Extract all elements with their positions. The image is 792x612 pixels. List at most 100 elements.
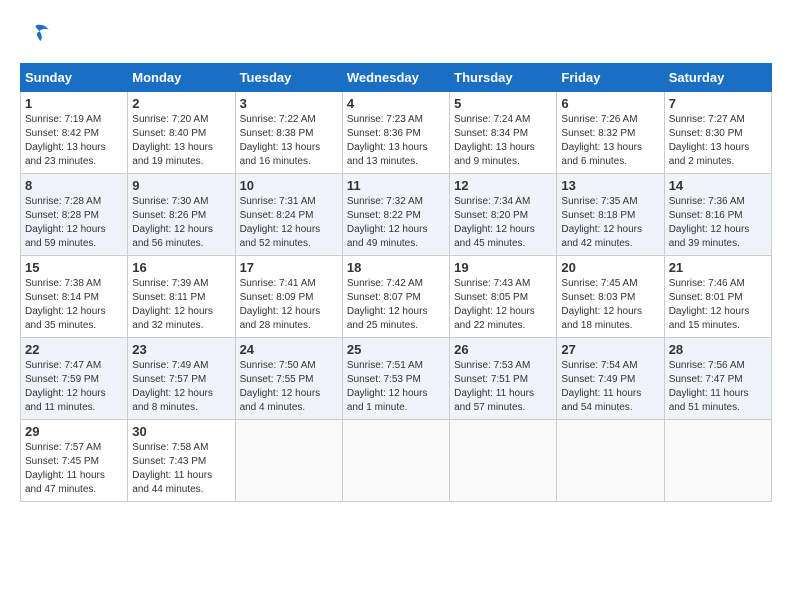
day-info: Sunrise: 7:35 AM Sunset: 8:18 PM Dayligh… [561,195,659,251]
calendar-cell: 3Sunrise: 7:22 AM Sunset: 8:38 PM Daylig… [235,92,342,174]
day-info: Sunrise: 7:41 AM Sunset: 8:09 PM Dayligh… [240,277,338,333]
day-info: Sunrise: 7:57 AM Sunset: 7:45 PM Dayligh… [25,441,123,497]
day-number: 9 [132,178,230,193]
day-info: Sunrise: 7:32 AM Sunset: 8:22 PM Dayligh… [347,195,445,251]
calendar-cell: 11 Sunrise: 7:32 AM Sunset: 8:22 PM Dayli… [342,174,449,256]
day-number: 18 [347,260,445,275]
day-info: Sunrise: 7:23 AM Sunset: 8:36 PM Dayligh… [347,113,445,169]
day-info: Sunrise: 7:30 AM Sunset: 8:26 PM Dayligh… [132,195,230,251]
day-info: Sunrise: 7:38 AM Sunset: 8:14 PM Dayligh… [25,277,123,333]
day-number: 6 [561,96,659,111]
calendar-cell: 22 Sunrise: 7:47 AM Sunset: 7:59 PM Dayli… [21,338,128,420]
day-info: Sunrise: 7:47 AM Sunset: 7:59 PM Dayligh… [25,359,123,415]
day-info: Sunrise: 7:58 AM Sunset: 7:43 PM Dayligh… [132,441,230,497]
calendar-cell: 20 Sunrise: 7:45 AM Sunset: 8:03 PM Dayli… [557,256,664,338]
calendar-cell: 8 Sunrise: 7:28 AM Sunset: 8:28 PM Daylig… [21,174,128,256]
col-header-sunday: Sunday [21,64,128,92]
day-info: Sunrise: 7:24 AM Sunset: 8:34 PM Dayligh… [454,113,552,169]
day-info: Sunrise: 7:49 AM Sunset: 7:57 PM Dayligh… [132,359,230,415]
calendar-cell: 16 Sunrise: 7:39 AM Sunset: 8:11 PM Dayli… [128,256,235,338]
week-row-1: 1 Sunrise: 7:19 AM Sunset: 8:42 PM Daylig… [21,92,772,174]
day-number: 15 [25,260,123,275]
calendar-cell: 5 Sunrise: 7:24 AM Sunset: 8:34 PM Daylig… [450,92,557,174]
calendar-cell: 7 Sunrise: 7:27 AM Sunset: 8:30 PM Daylig… [664,92,771,174]
day-number: 28 [669,342,767,357]
day-number: 21 [669,260,767,275]
day-info: Sunrise: 7:28 AM Sunset: 8:28 PM Dayligh… [25,195,123,251]
day-number: 26 [454,342,552,357]
week-row-5: 29 Sunrise: 7:57 AM Sunset: 7:45 PM Dayli… [21,420,772,502]
day-info: Sunrise: 7:19 AM Sunset: 8:42 PM Dayligh… [25,113,123,169]
calendar-cell: 15 Sunrise: 7:38 AM Sunset: 8:14 PM Dayli… [21,256,128,338]
day-number: 17 [240,260,338,275]
day-info: Sunrise: 7:26 AM Sunset: 8:32 PM Dayligh… [561,113,659,169]
day-number: 5 [454,96,552,111]
calendar-cell: 14 Sunrise: 7:36 AM Sunset: 8:16 PM Dayli… [664,174,771,256]
col-header-saturday: Saturday [664,64,771,92]
day-info: Sunrise: 7:45 AM Sunset: 8:03 PM Dayligh… [561,277,659,333]
day-number: 4 [347,96,445,111]
day-number: 29 [25,424,123,439]
day-number: 25 [347,342,445,357]
calendar-table: SundayMondayTuesdayWednesdayThursdayFrid… [20,63,772,502]
header-row: SundayMondayTuesdayWednesdayThursdayFrid… [21,64,772,92]
day-number: 12 [454,178,552,193]
day-number: 23 [132,342,230,357]
calendar-cell: 29 Sunrise: 7:57 AM Sunset: 7:45 PM Dayli… [21,420,128,502]
day-number: 8 [25,178,123,193]
week-row-4: 22 Sunrise: 7:47 AM Sunset: 7:59 PM Dayli… [21,338,772,420]
day-number: 14 [669,178,767,193]
day-info: Sunrise: 7:56 AM Sunset: 7:47 PM Dayligh… [669,359,767,415]
calendar-cell: 4 Sunrise: 7:23 AM Sunset: 8:36 PM Daylig… [342,92,449,174]
day-number: 27 [561,342,659,357]
calendar-cell: 28 Sunrise: 7:56 AM Sunset: 7:47 PM Dayli… [664,338,771,420]
week-row-2: 8 Sunrise: 7:28 AM Sunset: 8:28 PM Daylig… [21,174,772,256]
day-info: Sunrise: 7:54 AM Sunset: 7:49 PM Dayligh… [561,359,659,415]
logo [20,20,50,53]
day-number: 1 [25,96,123,111]
day-info: Sunrise: 7:50 AM Sunset: 7:55 PM Dayligh… [240,359,338,415]
day-number: 16 [132,260,230,275]
calendar-cell [557,420,664,502]
day-info: Sunrise: 7:27 AM Sunset: 8:30 PM Dayligh… [669,113,767,169]
col-header-friday: Friday [557,64,664,92]
day-info: Sunrise: 7:34 AM Sunset: 8:20 PM Dayligh… [454,195,552,251]
week-row-3: 15 Sunrise: 7:38 AM Sunset: 8:14 PM Dayli… [21,256,772,338]
day-number: 13 [561,178,659,193]
day-number: 11 [347,178,445,193]
calendar-cell: 25 Sunrise: 7:51 AM Sunset: 7:53 PM Dayli… [342,338,449,420]
day-number: 19 [454,260,552,275]
calendar-cell: 21Sunrise: 7:46 AM Sunset: 8:01 PM Dayli… [664,256,771,338]
col-header-monday: Monday [128,64,235,92]
day-info: Sunrise: 7:53 AM Sunset: 7:51 PM Dayligh… [454,359,552,415]
calendar-cell: 17 Sunrise: 7:41 AM Sunset: 8:09 PM Dayli… [235,256,342,338]
calendar-cell: 2 Sunrise: 7:20 AM Sunset: 8:40 PM Daylig… [128,92,235,174]
calendar-cell: 1 Sunrise: 7:19 AM Sunset: 8:42 PM Daylig… [21,92,128,174]
logo-icon [22,20,50,48]
calendar-cell: 26 Sunrise: 7:53 AM Sunset: 7:51 PM Dayli… [450,338,557,420]
day-number: 2 [132,96,230,111]
day-number: 22 [25,342,123,357]
calendar-cell: 27 Sunrise: 7:54 AM Sunset: 7:49 PM Dayli… [557,338,664,420]
col-header-tuesday: Tuesday [235,64,342,92]
day-info: Sunrise: 7:42 AM Sunset: 8:07 PM Dayligh… [347,277,445,333]
day-info: Sunrise: 7:20 AM Sunset: 8:40 PM Dayligh… [132,113,230,169]
calendar-cell: 6 Sunrise: 7:26 AM Sunset: 8:32 PM Daylig… [557,92,664,174]
day-number: 30 [132,424,230,439]
day-info: Sunrise: 7:39 AM Sunset: 8:11 PM Dayligh… [132,277,230,333]
day-number: 3 [240,96,338,111]
day-info: Sunrise: 7:36 AM Sunset: 8:16 PM Dayligh… [669,195,767,251]
day-info: Sunrise: 7:43 AM Sunset: 8:05 PM Dayligh… [454,277,552,333]
calendar-cell [664,420,771,502]
calendar-cell: 13 Sunrise: 7:35 AM Sunset: 8:18 PM Dayli… [557,174,664,256]
day-number: 20 [561,260,659,275]
day-number: 7 [669,96,767,111]
day-info: Sunrise: 7:31 AM Sunset: 8:24 PM Dayligh… [240,195,338,251]
col-header-wednesday: Wednesday [342,64,449,92]
calendar-cell: 30 Sunrise: 7:58 AM Sunset: 7:43 PM Dayli… [128,420,235,502]
calendar-cell: 18 Sunrise: 7:42 AM Sunset: 8:07 PM Dayli… [342,256,449,338]
calendar-cell: 19 Sunrise: 7:43 AM Sunset: 8:05 PM Dayli… [450,256,557,338]
calendar-cell: 12 Sunrise: 7:34 AM Sunset: 8:20 PM Dayli… [450,174,557,256]
calendar-cell [235,420,342,502]
day-info: Sunrise: 7:51 AM Sunset: 7:53 PM Dayligh… [347,359,445,415]
